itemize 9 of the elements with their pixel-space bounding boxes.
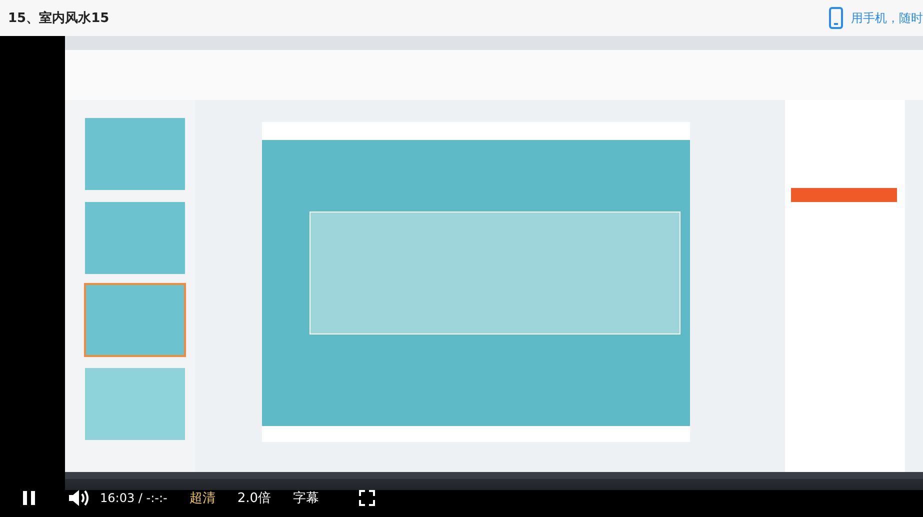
fullscreen-icon[interactable] — [359, 490, 376, 506]
speed-button[interactable]: 2.0倍 — [237, 489, 272, 507]
quality-button[interactable]: 超清 — [189, 489, 216, 507]
phone-icon — [829, 7, 843, 29]
subtitles-button[interactable]: 字幕 — [293, 489, 320, 507]
volume-icon[interactable] — [68, 489, 90, 507]
pause-button[interactable] — [22, 490, 38, 506]
video-title: 15、室内风水15 — [8, 10, 110, 27]
playback-time: 16:03 / -:-:- — [100, 491, 168, 505]
